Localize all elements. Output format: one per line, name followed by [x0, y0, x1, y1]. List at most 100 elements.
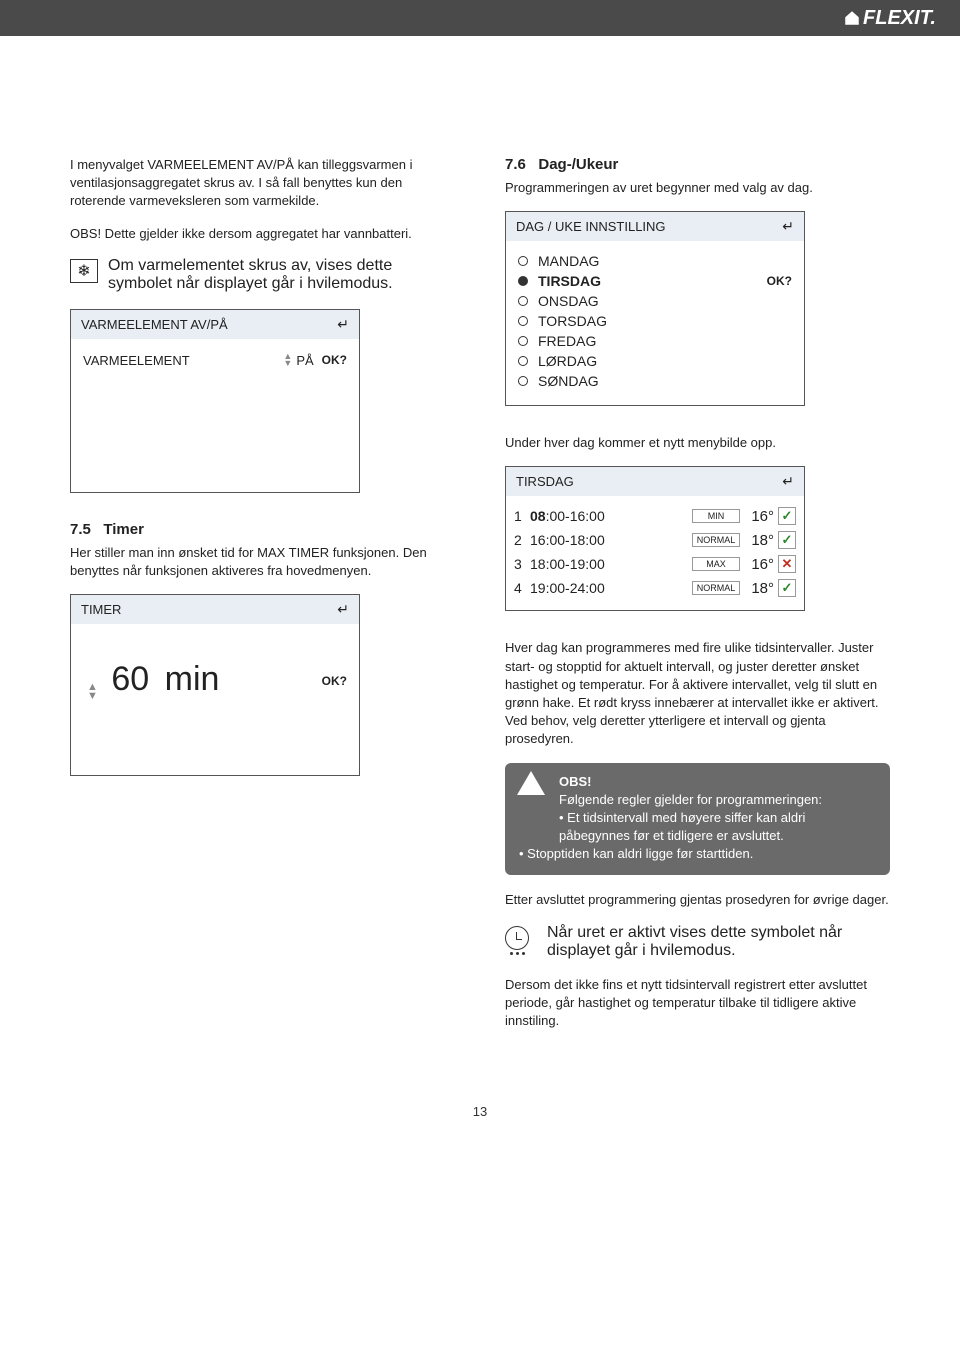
updown-icon[interactable]: ▲▼ — [283, 353, 292, 367]
ok-label[interactable]: OK? — [322, 353, 347, 367]
after-obs-text: Etter avsluttet programmering gjentas pr… — [505, 891, 890, 909]
day-item-tirsdag[interactable]: TIRSDAGOK? — [518, 271, 792, 291]
section-7-6-body: Programmeringen av uret begynner med val… — [505, 179, 890, 197]
snowflake-note: ❄ Om varmelementet skrus av, vises dette… — [70, 257, 455, 293]
schedule-index: 1 — [514, 508, 526, 524]
back-arrow-icon[interactable]: ↵ — [337, 601, 349, 618]
clock-note: Når uret er aktivt vises dette symbolet … — [505, 924, 890, 960]
panel-heater-value: PÅ — [296, 353, 313, 368]
panel-heater-title: VARMEELEMENT AV/PÅ — [81, 317, 228, 332]
schedule-row[interactable]: 216:00-18:00NORMAL18°✓ — [512, 528, 798, 552]
radio-icon — [518, 376, 528, 386]
panel-schedule: TIRSDAG ↵ 108:00-16:00MIN16°✓216:00-18:0… — [505, 466, 805, 611]
header-bar: FLEXIT. — [0, 0, 960, 36]
section-7-6-name: Dag-/Ukeur — [538, 156, 618, 173]
schedule-time: 16:00-18:00 — [530, 532, 688, 548]
day-item-fredag[interactable]: FREDAG — [518, 331, 792, 351]
schedule-time: 18:00-19:00 — [530, 556, 688, 572]
clock-icon — [505, 926, 529, 950]
panel-timer-title: TIMER — [81, 602, 121, 617]
panel-heater-row[interactable]: VARMEELEMENT ▲▼ PÅ OK? — [83, 349, 347, 372]
radio-icon — [518, 276, 528, 286]
ok-label[interactable]: OK? — [322, 674, 347, 688]
section-7-6-num: 7.6 — [505, 156, 526, 173]
day-item-torsdag[interactable]: TORSDAG — [518, 311, 792, 331]
panel-timer: TIMER ↵ ▲▼ 60 min OK? — [70, 594, 360, 776]
snowflake-note-text: Om varmelementet skrus av, vises dette s… — [108, 257, 455, 293]
section-7-5-name: Timer — [103, 521, 144, 538]
panel-timer-title-row: TIMER ↵ — [71, 595, 359, 624]
panel-heater-title-row: VARMEELEMENT AV/PÅ ↵ — [71, 310, 359, 339]
right-column: 7.6 Dag-/Ukeur Programmeringen av uret b… — [505, 156, 890, 1044]
day-label: TORSDAG — [538, 313, 607, 329]
panel-heater: VARMEELEMENT AV/PÅ ↵ VARMEELEMENT ▲▼ PÅ … — [70, 309, 360, 493]
panel-schedule-title-row: TIRSDAG ↵ — [506, 467, 804, 496]
radio-icon — [518, 256, 528, 266]
schedule-index: 3 — [514, 556, 526, 572]
panel-heater-label: VARMEELEMENT — [83, 353, 190, 368]
section-7-5-title: 7.5 Timer — [70, 521, 455, 538]
day-item-mandag[interactable]: MANDAG — [518, 251, 792, 271]
section-7-6-title: 7.6 Dag-/Ukeur — [505, 156, 890, 173]
cross-icon[interactable]: ✕ — [778, 555, 796, 573]
radio-icon — [518, 316, 528, 326]
panel-days-title: DAG / UKE INNSTILLING — [516, 219, 666, 234]
day-label: FREDAG — [538, 333, 596, 349]
day-item-lørdag[interactable]: LØRDAG — [518, 351, 792, 371]
obs-warning-box: OBS! Følgende regler gjelder for program… — [505, 763, 890, 876]
check-icon[interactable]: ✓ — [778, 579, 796, 597]
day-label: LØRDAG — [538, 353, 597, 369]
obs-paragraph: OBS! Dette gjelder ikke dersom aggregate… — [70, 225, 455, 243]
radio-icon — [518, 296, 528, 306]
panel-days: DAG / UKE INNSTILLING ↵ MANDAG TIRSDAGOK?… — [505, 211, 805, 406]
panel-timer-row[interactable]: ▲▼ 60 min OK? — [83, 656, 347, 705]
brand-logo: FLEXIT. — [843, 7, 936, 30]
day-label: ONSDAG — [538, 293, 599, 309]
panel-days-title-row: DAG / UKE INNSTILLING ↵ — [506, 212, 804, 241]
updown-icon[interactable]: ▲▼ — [87, 683, 98, 701]
obs-bullet-1: • Et tidsintervall med høyere siffer kan… — [519, 809, 876, 845]
back-arrow-icon[interactable]: ↵ — [782, 473, 794, 490]
schedule-row[interactable]: 318:00-19:00 MAX 16°✕ — [512, 552, 798, 576]
page-number: 13 — [0, 1084, 960, 1149]
snowflake-icon: ❄ — [70, 259, 98, 283]
radio-icon — [518, 336, 528, 346]
day-item-onsdag[interactable]: ONSDAG — [518, 291, 792, 311]
left-column: I menyvalget VARMEELEMENT AV/PÅ kan till… — [70, 156, 455, 1044]
timer-value: 60 — [111, 660, 149, 698]
schedule-index: 4 — [514, 580, 526, 596]
radio-icon — [518, 356, 528, 366]
schedule-temp: 16° — [744, 508, 774, 525]
schedule-row[interactable]: 419:00-24:00 NORMAL 18°✓ — [512, 576, 798, 600]
schedule-time: 19:00-24:00 — [530, 580, 688, 596]
final-paragraph: Dersom det ikke fins et nytt tidsinterva… — [505, 976, 890, 1031]
section-7-5-body: Her stiller man inn ønsket tid for MAX T… — [70, 544, 455, 580]
ok-label[interactable]: OK? — [767, 274, 792, 288]
check-icon[interactable]: ✓ — [778, 507, 796, 525]
schedule-explanation: Hver dag kan programmeres med fire ulike… — [505, 639, 890, 748]
under-days-text: Under hver dag kommer et nytt menybilde … — [505, 434, 890, 452]
schedule-row[interactable]: 108:00-16:00 MIN 16°✓ — [512, 504, 798, 528]
timer-unit: min — [165, 660, 220, 698]
schedule-mode: MIN — [692, 509, 740, 523]
schedule-temp: 18° — [744, 580, 774, 597]
schedule-mode: MAX — [692, 557, 740, 571]
schedule-index: 2 — [514, 532, 526, 548]
schedule-temp: 18° — [744, 532, 774, 549]
day-label: MANDAG — [538, 253, 599, 269]
back-arrow-icon[interactable]: ↵ — [782, 218, 794, 235]
check-icon[interactable]: ✓ — [778, 531, 796, 549]
panel-schedule-title: TIRSDAG — [516, 474, 574, 489]
schedule-time: 08:00-16:00 — [530, 508, 688, 524]
brand-text: FLEXIT. — [863, 7, 936, 30]
day-label: SØNDAG — [538, 373, 599, 389]
obs-bullet-2: • Stopptiden kan aldri ligge før startti… — [519, 845, 876, 863]
obs-title: OBS! — [559, 773, 876, 791]
clock-note-text: Når uret er aktivt vises dette symbolet … — [547, 924, 890, 960]
schedule-temp: 16° — [744, 556, 774, 573]
obs-line1: Følgende regler gjelder for programmerin… — [559, 791, 876, 809]
warning-triangle-icon — [517, 771, 545, 795]
back-arrow-icon[interactable]: ↵ — [337, 316, 349, 333]
day-item-søndag[interactable]: SØNDAG — [518, 371, 792, 391]
schedule-mode: NORMAL — [692, 581, 740, 595]
